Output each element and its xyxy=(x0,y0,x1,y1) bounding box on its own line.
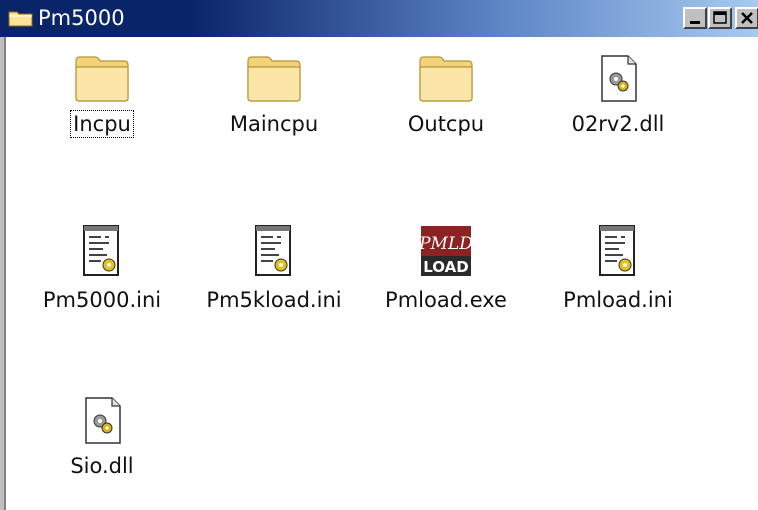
pmld-load-app-icon: PMLD LOAD xyxy=(418,226,473,276)
title-bar[interactable]: Pm5000 xyxy=(0,0,758,37)
window-title: Pm5000 xyxy=(38,6,125,30)
file-name-label: Maincpu xyxy=(229,112,319,136)
file-name-label: Pm5kload.ini xyxy=(206,288,342,312)
close-button[interactable] xyxy=(735,7,758,29)
maximize-button[interactable] xyxy=(708,7,732,29)
minimize-button[interactable] xyxy=(683,7,707,29)
file-name-label: Pmload.exe xyxy=(385,288,507,312)
file-item-outcpu[interactable]: Outcpu xyxy=(366,53,526,137)
file-name-label: 02rv2.dll xyxy=(571,112,665,136)
file-item-maincpu[interactable]: Maincpu xyxy=(194,53,354,137)
file-item-sio-dll[interactable]: Sio.dll xyxy=(22,395,182,479)
file-item-pm5kload-ini[interactable]: Pm5kload.ini xyxy=(194,223,354,313)
file-item-pmload-ini[interactable]: Pmload.ini xyxy=(538,223,698,313)
ini-settings-file-icon xyxy=(83,225,119,276)
dll-gear-file-icon xyxy=(85,397,121,444)
folder-icon xyxy=(419,56,473,102)
pmld-logo-text: PMLD xyxy=(418,234,473,254)
file-item-02rv2-dll[interactable]: 02rv2.dll xyxy=(538,53,698,137)
file-item-pm5000-ini[interactable]: Pm5000.ini xyxy=(22,223,182,313)
explorer-window: Pm5000 Incpu Maincpu Outcpu 02rv2.dll Pm… xyxy=(0,0,758,510)
ini-settings-file-icon xyxy=(255,225,291,276)
load-logo-text: LOAD xyxy=(423,258,468,276)
file-name-label: Incpu xyxy=(70,110,134,138)
close-icon xyxy=(741,12,753,24)
dll-gear-file-icon xyxy=(601,55,637,102)
maximize-icon xyxy=(713,11,727,24)
ini-settings-file-icon xyxy=(599,225,635,276)
file-item-incpu[interactable]: Incpu xyxy=(22,53,182,138)
folder-icon xyxy=(247,56,301,102)
file-name-label: Pmload.ini xyxy=(563,288,673,312)
folder-icon xyxy=(75,56,129,102)
file-list-area[interactable]: Incpu Maincpu Outcpu 02rv2.dll Pm5000.in… xyxy=(4,37,758,510)
file-name-label: Pm5000.ini xyxy=(42,288,162,312)
minimize-icon xyxy=(690,21,700,24)
file-name-label: Outcpu xyxy=(407,112,485,136)
folder-icon xyxy=(8,11,33,27)
file-item-pmload-exe[interactable]: PMLD LOAD Pmload.exe xyxy=(366,223,526,313)
file-name-label: Sio.dll xyxy=(70,454,134,478)
